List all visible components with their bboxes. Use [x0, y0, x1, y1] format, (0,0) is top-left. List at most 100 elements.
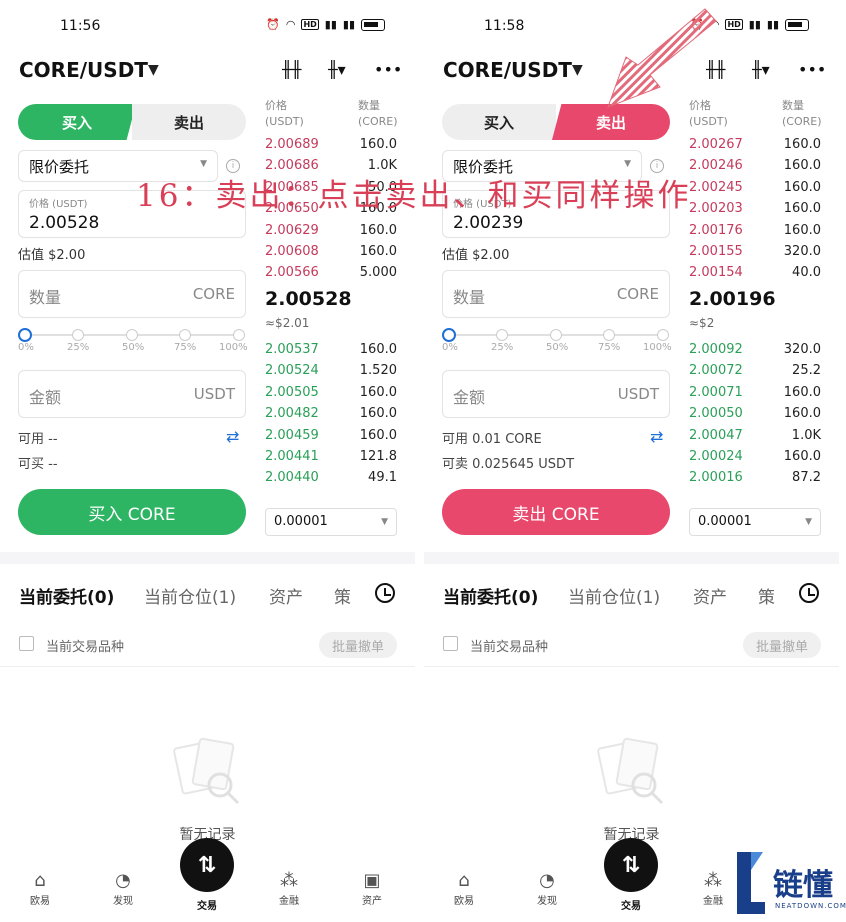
- bid-row[interactable]: 2.00505 160.0: [265, 385, 397, 406]
- qty-header-label: 数量: [782, 99, 804, 112]
- amount-input[interactable]: 金额 USDT: [18, 370, 246, 418]
- cancel-all-button[interactable]: 批量撤单: [319, 632, 397, 658]
- ask-row[interactable]: 2.00203 160.0: [689, 201, 821, 222]
- trade-icon[interactable]: ⇅: [604, 838, 658, 892]
- ask-row[interactable]: 2.00246 160.0: [689, 158, 821, 179]
- swap-icon[interactable]: ⇄: [650, 427, 663, 446]
- available-balance: 可用 --: [18, 432, 58, 447]
- nav-item-0[interactable]: ⌂ 欧易: [434, 870, 494, 907]
- ask-row[interactable]: 2.00176 160.0: [689, 223, 821, 244]
- bid-row[interactable]: 2.00482 160.0: [265, 406, 397, 427]
- bid-row[interactable]: 2.00071 160.0: [689, 385, 821, 406]
- indicator-icon[interactable]: ╫▾: [752, 60, 770, 79]
- history-clock-icon[interactable]: [799, 583, 819, 603]
- percent-slider[interactable]: [442, 328, 669, 342]
- nav-item-1[interactable]: ◔ 发现: [517, 870, 577, 907]
- tab-bottom-3[interactable]: 策: [334, 583, 351, 608]
- current-pair-checkbox[interactable]: [19, 636, 34, 651]
- ask-row[interactable]: 2.00566 5.000: [265, 265, 397, 286]
- slider-stop[interactable]: [233, 329, 245, 341]
- bottom-tabs: 当前委托(0) 当前仓位(1) 资产 策: [424, 580, 839, 610]
- signal-icon: ▮▮: [324, 18, 337, 31]
- bid-row[interactable]: 2.00024 160.0: [689, 449, 821, 470]
- divider: [0, 666, 415, 667]
- bid-row[interactable]: 2.00050 160.0: [689, 406, 821, 427]
- quantity-input[interactable]: 数量 CORE: [442, 270, 670, 318]
- current-pair-checkbox[interactable]: [443, 636, 458, 651]
- ask-qty: 160.0: [359, 244, 397, 259]
- bid-row[interactable]: 2.00047 1.0K: [689, 428, 821, 449]
- slider-stop[interactable]: [71, 329, 84, 341]
- bid-row[interactable]: 2.00441 121.8: [265, 449, 397, 470]
- tab-bottom-0[interactable]: 当前委托(0): [19, 583, 114, 608]
- tick-size-select[interactable]: 0.00001 ▼: [689, 508, 821, 536]
- percent-label: 100%: [643, 342, 672, 353]
- slider-stop[interactable]: [549, 329, 562, 341]
- caret-down-icon[interactable]: ▼: [572, 62, 583, 78]
- sell-core-button[interactable]: 卖出 CORE: [442, 489, 670, 535]
- more-icon[interactable]: •••: [798, 60, 826, 79]
- slider-stop[interactable]: [657, 329, 669, 341]
- tradable-amount: 可卖 0.025645 USDT: [442, 457, 575, 472]
- indicator-icon[interactable]: ╫▾: [328, 60, 346, 79]
- ask-row[interactable]: 2.00689 160.0: [265, 137, 397, 158]
- amount-input[interactable]: 金额 USDT: [442, 370, 670, 418]
- history-clock-icon[interactable]: [375, 583, 395, 603]
- bid-row[interactable]: 2.00072 25.2: [689, 363, 821, 384]
- nav-label: 发现: [537, 896, 557, 907]
- available-balance: 可用 0.01 CORE: [442, 432, 542, 447]
- tab-bottom-0[interactable]: 当前委托(0): [443, 583, 538, 608]
- ask-row[interactable]: 2.00608 160.0: [265, 244, 397, 265]
- section-divider: [424, 552, 839, 564]
- swap-icon[interactable]: ⇄: [226, 427, 239, 446]
- quantity-input[interactable]: 数量 CORE: [18, 270, 246, 318]
- ask-row[interactable]: 2.00629 160.0: [265, 223, 397, 244]
- tab-sell[interactable]: 卖出: [132, 104, 246, 140]
- tab-bottom-2[interactable]: 资产: [269, 583, 303, 608]
- pair-selector[interactable]: CORE/USDT: [19, 58, 148, 82]
- bid-row[interactable]: 2.00537 160.0: [265, 342, 397, 363]
- tab-buy[interactable]: 买入: [442, 104, 556, 140]
- percent-label: 25%: [491, 342, 514, 353]
- percent-label: 100%: [219, 342, 248, 353]
- slider-stop[interactable]: [179, 329, 192, 341]
- bid-price: 2.00524: [265, 363, 319, 379]
- ask-price: 2.00246: [689, 158, 743, 174]
- bid-row[interactable]: 2.00092 320.0: [689, 342, 821, 363]
- nav-item-4[interactable]: ▣ 资产: [342, 870, 402, 907]
- percent-slider[interactable]: [18, 328, 245, 342]
- bid-qty: 320.0: [783, 342, 821, 357]
- nav-item-1[interactable]: ◔ 发现: [93, 870, 153, 907]
- cancel-all-button[interactable]: 批量撤单: [743, 632, 821, 658]
- bid-row[interactable]: 2.00440 49.1: [265, 470, 397, 491]
- slider-stop[interactable]: [603, 329, 616, 341]
- tab-bottom-1[interactable]: 当前仓位(1): [568, 583, 660, 608]
- slider-stop[interactable]: [18, 328, 32, 342]
- quantity-unit: CORE: [192, 285, 235, 303]
- ask-row[interactable]: 2.00267 160.0: [689, 137, 821, 158]
- trade-icon[interactable]: ⇅: [180, 838, 234, 892]
- buy-core-button[interactable]: 买入 CORE: [18, 489, 246, 535]
- slider-stop[interactable]: [125, 329, 138, 341]
- percent-label: 25%: [67, 342, 90, 353]
- nav-item-0[interactable]: ⌂ 欧易: [10, 870, 70, 907]
- bid-row[interactable]: 2.00016 87.2: [689, 470, 821, 491]
- ask-row[interactable]: 2.00154 40.0: [689, 265, 821, 286]
- slider-stop[interactable]: [442, 328, 456, 342]
- bid-row[interactable]: 2.00459 160.0: [265, 428, 397, 449]
- tab-bottom-1[interactable]: 当前仓位(1): [144, 583, 236, 608]
- ask-row[interactable]: 2.00155 320.0: [689, 244, 821, 265]
- slider-stop[interactable]: [495, 329, 508, 341]
- nav-item-3[interactable]: ⁂ 金融: [259, 870, 319, 907]
- tab-bottom-3[interactable]: 策: [758, 583, 775, 608]
- pair-selector[interactable]: CORE/USDT: [443, 58, 572, 82]
- status-icons: ⏰ ◠ HD ▮▮ ▮▮: [266, 18, 385, 31]
- ask-row[interactable]: 2.00245 160.0: [689, 180, 821, 201]
- caret-down-icon[interactable]: ▼: [148, 62, 159, 78]
- tab-bottom-2[interactable]: 资产: [693, 583, 727, 608]
- bid-row[interactable]: 2.00524 1.520: [265, 363, 397, 384]
- tab-buy[interactable]: 买入: [18, 104, 136, 140]
- candlestick-icon[interactable]: ╫╫: [282, 60, 301, 79]
- tick-size-select[interactable]: 0.00001 ▼: [265, 508, 397, 536]
- more-icon[interactable]: •••: [374, 60, 402, 79]
